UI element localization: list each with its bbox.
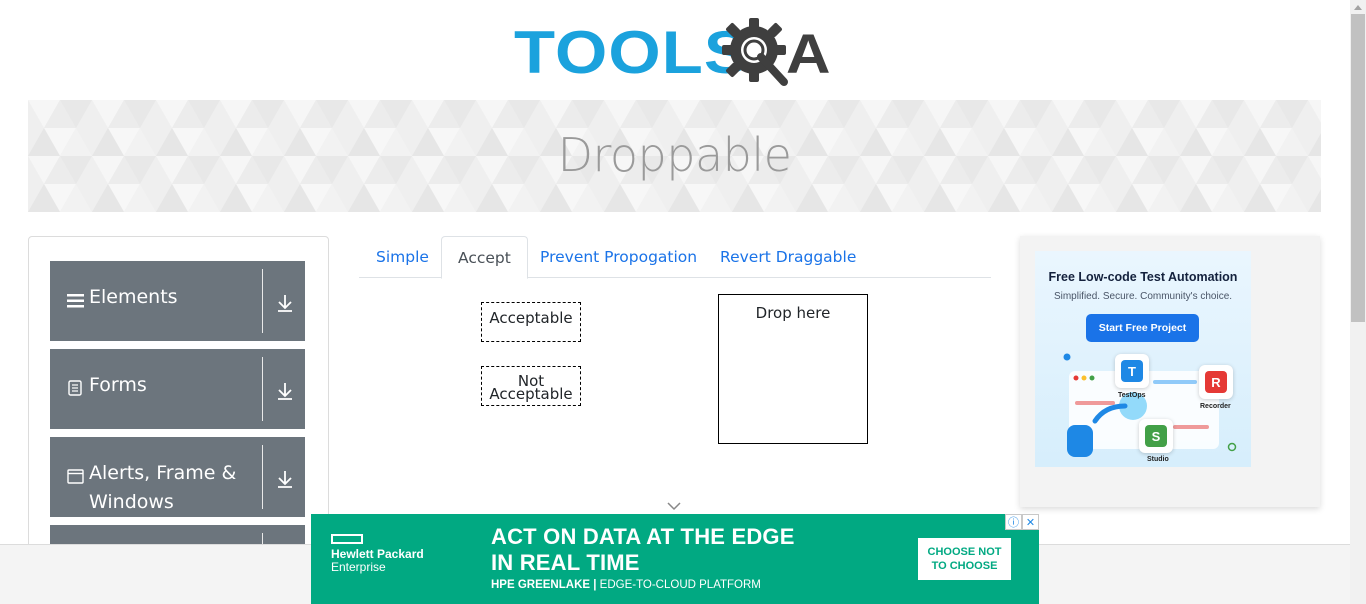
side-ad-container: Free Low-code Test Automation Simplified…: [1020, 236, 1320, 507]
start-free-project-button[interactable]: Start Free Project: [1086, 314, 1199, 342]
toolsqa-logo[interactable]: TOOLS A: [514, 14, 840, 92]
studio-icon: S: [1139, 419, 1173, 453]
group-label-wrap: Alerts, Frame & Windows: [89, 462, 236, 517]
ad-tagline-rest: EDGE-TO-CLOUD PLATFORM: [596, 579, 761, 591]
recorder-label: Recorder: [1200, 403, 1231, 410]
ad-tagline-bold: HPE GREENLAKE |: [491, 579, 597, 591]
group-header[interactable]: Alerts, Frame & Windows: [50, 437, 262, 517]
group-header[interactable]: Forms: [50, 349, 262, 429]
droppable-label: Drop here: [755, 304, 831, 322]
tab-prevent-propogation[interactable]: Prevent Propogation: [524, 236, 713, 278]
hpe-logo-icon: [331, 534, 363, 544]
droppable-target[interactable]: Drop here: [718, 294, 868, 444]
hamburger-icon: [66, 291, 84, 309]
download-arrow-icon[interactable]: [276, 293, 294, 313]
ad-headline-line1: ACT ON DATA AT THE EDGE: [491, 524, 795, 549]
choose-not-to-choose-button[interactable]: CHOOSE NOT TO CHOOSE: [918, 538, 1011, 580]
page: TOOLS A Droppable Elements Forms Alerts,…: [0, 0, 1366, 604]
recorder-icon: R: [1199, 365, 1233, 399]
group-label: Alerts, Frame &: [89, 462, 237, 484]
tab-simple[interactable]: Simple: [360, 236, 445, 278]
not-acceptable-draggable[interactable]: Not Acceptable: [481, 366, 581, 406]
group-header[interactable]: Elements: [50, 261, 262, 341]
draggable-label-line2: Acceptable: [489, 385, 573, 403]
window-icon: [66, 467, 84, 485]
sidebar-group-forms[interactable]: Forms: [50, 349, 305, 429]
ad-headline-line2: IN REAL TIME: [491, 550, 640, 575]
logo-suffix: A: [786, 22, 831, 85]
acceptable-draggable[interactable]: Acceptable: [481, 302, 581, 342]
gear-magnifier-icon: [722, 18, 788, 86]
close-icon[interactable]: ✕: [1022, 514, 1039, 530]
tab-accept[interactable]: Accept: [441, 236, 528, 279]
draggable-label: Acceptable: [489, 309, 573, 327]
sidebar-group-elements[interactable]: Elements: [50, 261, 305, 341]
tab-bar: Simple Accept Prevent Propogation Revert…: [359, 236, 991, 279]
ad-subline: Simplified. Secure. Community's choice.: [1053, 291, 1233, 302]
testops-icon: T: [1115, 354, 1149, 388]
download-arrow-icon[interactable]: [276, 469, 294, 489]
testops-label: TestOps: [1118, 392, 1146, 399]
tab-revert-draggable[interactable]: Revert Draggable: [704, 236, 872, 278]
download-arrow-icon[interactable]: [276, 381, 294, 401]
group-label-line2: Windows: [89, 491, 174, 513]
ad-headline: Free Low-code Test Automation: [1048, 270, 1238, 284]
studio-label: Studio: [1147, 456, 1169, 463]
ad-cta-line1: CHOOSE NOT: [927, 546, 1002, 558]
ad-brand-line1: Hewlett Packard: [331, 547, 424, 561]
page-title: Droppable: [557, 128, 792, 182]
sidebar-group-alerts[interactable]: Alerts, Frame & Windows: [50, 437, 305, 517]
scroll-up-arrow-icon[interactable]: [1354, 4, 1362, 10]
chevron-down-icon: [667, 502, 681, 511]
scrollbar-thumb[interactable]: [1351, 14, 1365, 322]
adchoices: ⓘ ✕: [1005, 514, 1039, 530]
ad-cta-line2: TO CHOOSE: [931, 560, 998, 572]
ad-tagline: HPE GREENLAKE | EDGE-TO-CLOUD PLATFORM: [491, 579, 761, 591]
divider: [262, 357, 263, 421]
group-label: Elements: [89, 286, 178, 308]
logo-text: TOOLS: [514, 19, 750, 86]
group-label: Forms: [89, 374, 147, 396]
divider: [262, 269, 263, 333]
divider: [262, 445, 263, 509]
info-icon[interactable]: ⓘ: [1005, 514, 1022, 530]
bottom-ad-banner[interactable]: Hewlett Packard Enterprise ACT ON DATA A…: [311, 514, 1039, 604]
document-icon: [66, 379, 84, 397]
ad-brand-line2: Enterprise: [331, 560, 386, 574]
side-ad[interactable]: Free Low-code Test Automation Simplified…: [1035, 251, 1251, 467]
